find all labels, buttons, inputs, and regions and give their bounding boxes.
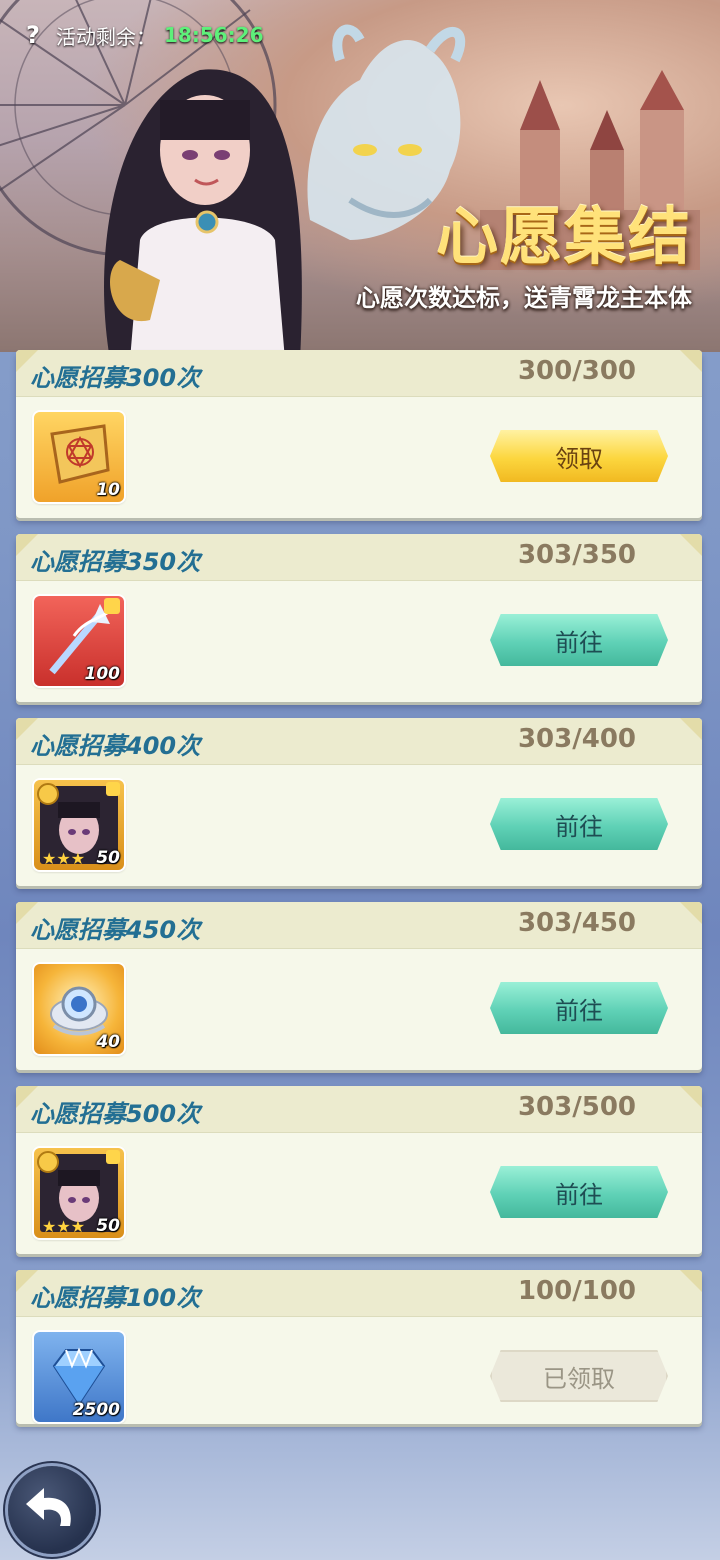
task-progress: 303/350 <box>517 540 636 570</box>
item-count: 10 <box>96 480 120 500</box>
back-button[interactable] <box>8 1466 96 1554</box>
back-arrow-icon <box>26 1488 71 1526</box>
item-count: 2500 <box>72 1400 120 1420</box>
timer-value: 18:56:26 <box>164 23 264 47</box>
item-count: 100 <box>84 664 121 684</box>
task-card-header: 心愿招募350次 303/350 <box>16 534 702 581</box>
event-title: 心愿集结 <box>435 200 692 273</box>
svg-text:★★★: ★★★ <box>42 849 85 868</box>
go-button[interactable]: 前往 <box>490 982 668 1034</box>
go-button[interactable]: 前往 <box>490 1166 668 1218</box>
task-card-header: 心愿招募300次 300/300 <box>16 350 702 397</box>
question-mark-icon[interactable]: ? <box>18 20 48 50</box>
task-title: 心愿招募500次 <box>30 1100 201 1128</box>
go-button[interactable]: 前往 <box>490 614 668 666</box>
task-progress: 303/450 <box>517 908 636 938</box>
spirit-orb-icon[interactable]: 40 <box>34 964 124 1054</box>
task-card: 心愿招募100次 100/100 2500 已领取 <box>16 1270 702 1424</box>
heroine-illustration <box>104 69 302 352</box>
task-card: 心愿招募300次 300/300 10 领取 <box>16 350 702 518</box>
task-title: 心愿招募450次 <box>30 916 201 944</box>
go-button[interactable]: 前往 <box>490 798 668 850</box>
task-progress: 303/500 <box>517 1092 636 1122</box>
ice-spear-fragment-icon[interactable]: 100 <box>34 596 124 686</box>
item-count: 50 <box>96 1216 120 1236</box>
task-card: 心愿招募500次 303/500 ★★★ 50 前往 <box>16 1086 702 1254</box>
event-timer: ? 活动剩余： 18:56:26 <box>18 18 264 52</box>
task-card: 心愿招募350次 303/350 100 前往 <box>16 534 702 702</box>
item-count: 50 <box>96 848 120 868</box>
task-progress: 100/100 <box>517 1276 636 1306</box>
summon-scroll-icon[interactable]: 10 <box>34 412 124 502</box>
item-count: 40 <box>96 1032 120 1052</box>
diamond-icon[interactable]: 2500 <box>34 1332 124 1422</box>
svg-text:★★★: ★★★ <box>42 1217 85 1236</box>
task-title: 心愿招募300次 <box>30 364 201 392</box>
task-card-header: 心愿招募500次 303/500 <box>16 1086 702 1133</box>
hero-fragment-icon[interactable]: ★★★ 50 <box>34 780 124 870</box>
claimed-button[interactable]: 已领取 <box>490 1350 668 1402</box>
task-title: 心愿招募350次 <box>30 548 201 576</box>
event-subtitle: 心愿次数达标，送青霄龙主本体 <box>356 284 692 312</box>
hero-fragment-icon[interactable]: ★★★ 50 <box>34 1148 124 1238</box>
task-card: 心愿招募450次 303/450 40 前往 <box>16 902 702 1070</box>
timer-label: 活动剩余： <box>56 24 156 49</box>
task-progress: 300/300 <box>517 356 636 386</box>
task-card-header: 心愿招募400次 303/400 <box>16 718 702 765</box>
task-card: 心愿招募400次 303/400 ★★★ 50 前往 <box>16 718 702 886</box>
claim-button[interactable]: 领取 <box>490 430 668 482</box>
task-card-header: 心愿招募100次 100/100 <box>16 1270 702 1317</box>
task-progress: 303/400 <box>517 724 636 754</box>
task-title: 心愿招募100次 <box>30 1284 201 1312</box>
event-banner: ? 活动剩余： 18:56:26 心愿集结 心愿次数达标，送青霄龙主本体 <box>0 0 720 352</box>
task-title: 心愿招募400次 <box>30 732 201 760</box>
task-card-header: 心愿招募450次 303/450 <box>16 902 702 949</box>
